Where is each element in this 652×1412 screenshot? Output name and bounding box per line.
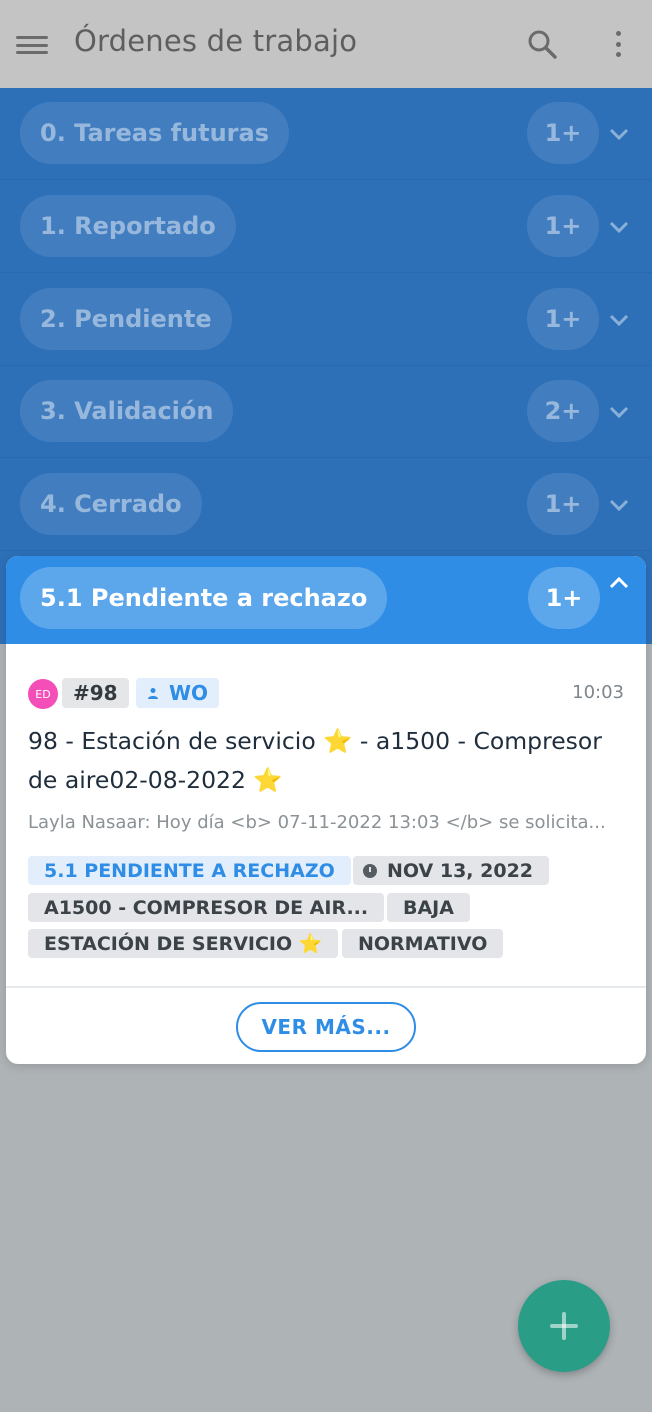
asset-tag: A1500 - COMPRESOR DE AIR... [28, 893, 385, 922]
group-row-reportado[interactable]: 1. Reportado 1+ [0, 181, 652, 273]
person-icon [148, 688, 158, 699]
active-group-header[interactable]: 5.1 Pendiente a rechazo 1+ [6, 556, 646, 644]
group-count: 2+ [527, 380, 599, 442]
group-row-validacion[interactable]: 3. Validación 2+ [0, 366, 652, 458]
ver-mas-button[interactable]: VER MÁS... [236, 1002, 416, 1052]
location-tag: ESTACIÓN DE SERVICIO ⭐ [28, 929, 339, 958]
group-count: 1+ [527, 288, 599, 350]
chevron-up-icon[interactable] [608, 572, 630, 594]
group-label: 1. Reportado [20, 195, 236, 257]
work-order-card[interactable]: ED #98 WO 10:03 98 - Estación de servici… [6, 644, 646, 988]
group-label: 2. Pendiente [20, 288, 232, 350]
chevron-down-icon[interactable] [608, 400, 630, 422]
work-order-title: 98 - Estación de servicio ⭐ - a1500 - Co… [28, 727, 602, 794]
group-label: 4. Cerrado [20, 473, 202, 535]
category-tag: NORMATIVO [342, 929, 504, 958]
page-title: Órdenes de trabajo [74, 24, 358, 58]
group-row-tareas-futuras[interactable]: 0. Tareas futuras 1+ [0, 88, 652, 180]
chevron-down-icon[interactable] [608, 122, 630, 144]
chevron-down-icon[interactable] [608, 308, 630, 330]
app-bar: Órdenes de trabajo [0, 0, 652, 88]
group-label: 0. Tareas futuras [20, 102, 289, 164]
work-order-description: Layla Nasaar: Hoy día <b> 07-11-2022 13:… [28, 812, 606, 833]
clock-icon [363, 863, 377, 878]
star-icon: ⭐ [253, 766, 283, 794]
plus-icon [550, 1312, 578, 1340]
more-vertical-icon[interactable] [606, 28, 630, 60]
work-order-type: WO [169, 681, 209, 705]
work-order-time: 10:03 [572, 682, 624, 703]
chevron-down-icon[interactable] [608, 493, 630, 515]
group-row-pendiente[interactable]: 2. Pendiente 1+ [0, 274, 652, 366]
group-row-cerrado[interactable]: 4. Cerrado 1+ [0, 459, 652, 551]
group-count: 1+ [527, 195, 599, 257]
active-group-panel: 5.1 Pendiente a rechazo 1+ ED #98 WO 10:… [6, 556, 646, 1064]
menu-icon[interactable] [14, 30, 50, 60]
active-group-label: 5.1 Pendiente a rechazo [20, 567, 388, 629]
work-order-type-chip: WO [136, 678, 220, 708]
group-count: 1+ [527, 102, 599, 164]
active-group-count: 1+ [528, 567, 600, 629]
avatar: ED [28, 679, 58, 709]
group-label: 3. Validación [20, 380, 234, 442]
priority-tag: BAJA [387, 893, 470, 922]
chevron-down-icon[interactable] [608, 215, 630, 237]
add-work-order-button[interactable] [518, 1280, 610, 1372]
group-count: 1+ [527, 473, 599, 535]
search-icon[interactable] [526, 28, 558, 60]
work-order-number: #98 [62, 678, 129, 708]
due-date-tag: NOV 13, 2022 [353, 856, 550, 885]
status-tag: 5.1 PENDIENTE A RECHAZO [28, 856, 351, 885]
star-icon: ⭐ [323, 727, 353, 755]
